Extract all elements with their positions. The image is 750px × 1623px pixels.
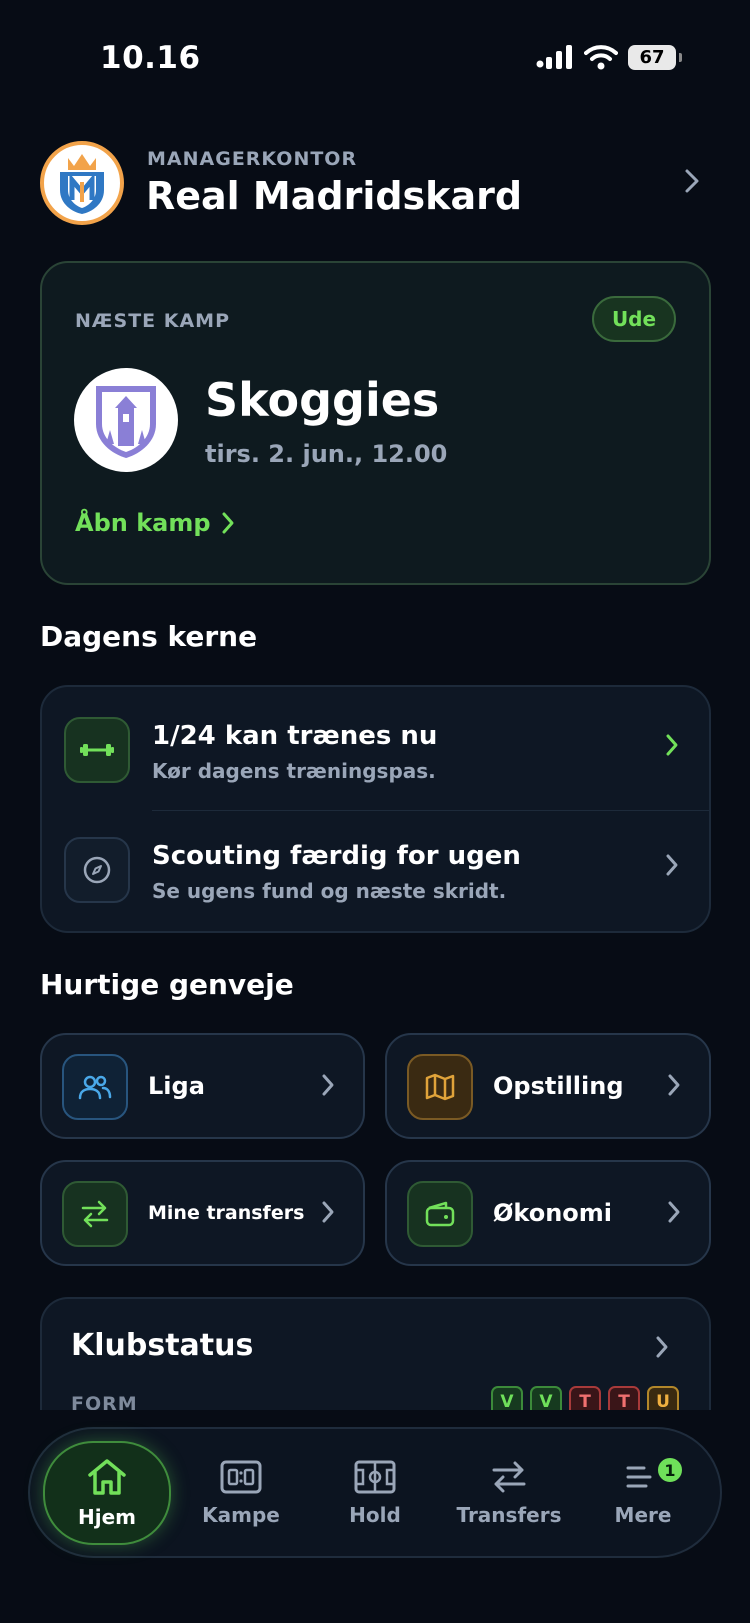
chevron-right-icon[interactable] [684,168,700,198]
club-crest-icon [60,154,104,214]
shortcut-liga[interactable]: Liga [40,1033,365,1139]
todays-core-title: Dagens kerne [40,620,258,653]
open-match-label: Åbn kamp [75,509,211,537]
shortcuts-title: Hurtige genveje [40,968,294,1001]
tab-transfers[interactable]: Transfers [445,1441,573,1545]
notification-badge: 1 [655,1455,685,1485]
chevron-right-icon[interactable] [655,1335,669,1363]
todays-core-card: 1/24 kan trænes nu Kør dagens træningspa… [40,685,711,933]
tab-label: Hold [349,1503,401,1527]
chevron-right-icon [667,1200,681,1228]
opponent-name: Skoggies [205,373,440,427]
core-item-title: Scouting færdig for ugen [152,841,521,871]
shortcut-okonomi[interactable]: Økonomi [385,1160,711,1266]
wallet-icon [407,1181,473,1247]
header-kicker: MANAGERKONTOR [147,148,358,170]
tab-mere[interactable]: 1 Mere [579,1441,707,1545]
scoreboard-icon [220,1460,262,1494]
match-datetime: tirs. 2. jun., 12.00 [205,440,448,468]
shortcut-label: Liga [148,1072,205,1100]
tab-label: Mere [614,1503,672,1527]
core-item-training[interactable]: 1/24 kan trænes nu Kør dagens træningspa… [42,687,709,807]
dumbbell-icon [64,717,130,783]
tab-hjem[interactable]: Hjem [43,1441,171,1545]
club-name[interactable]: Real Madridskard [146,174,522,218]
transfer-icon [62,1181,128,1247]
chevron-right-icon [665,733,679,761]
battery-indicator: 67 [628,44,682,70]
home-icon [88,1459,126,1495]
core-item-title: 1/24 kan trænes nu [152,721,438,751]
shortcut-opstilling[interactable]: Opstilling [385,1033,711,1139]
tab-label: Transfers [456,1503,562,1527]
opponent-logo [74,368,178,472]
club-logo[interactable] [40,141,124,225]
status-time: 10.16 [100,40,201,76]
tab-label: Kampe [202,1503,280,1527]
shortcut-mine-transfers[interactable]: Mine transfers [40,1160,365,1266]
transfer-icon [492,1461,526,1493]
core-item-scouting[interactable]: Scouting færdig for ugen Se ugens fund o… [42,807,709,927]
compass-icon [64,837,130,903]
shortcut-label: Økonomi [493,1199,613,1227]
opponent-crest-icon [96,386,156,458]
map-icon [407,1054,473,1120]
users-icon [62,1054,128,1120]
chevron-right-icon [222,512,234,534]
next-match-kicker: NÆSTE KAMP [75,310,231,332]
chevron-right-icon [667,1073,681,1101]
tab-hold[interactable]: Hold [311,1441,439,1545]
venue-badge: Ude [592,296,676,342]
shortcut-label: Mine transfers [148,1202,305,1224]
club-status-title: Klubstatus [71,1328,254,1363]
core-item-subtitle: Kør dagens træningspas. [152,759,436,783]
wifi-icon [584,45,618,70]
shortcut-label: Opstilling [493,1072,624,1100]
core-item-subtitle: Se ugens fund og næste skridt. [152,879,507,903]
status-icons: 67 [536,44,682,70]
chevron-right-icon [321,1073,335,1101]
chevron-right-icon [665,853,679,881]
cellular-signal-icon [536,45,572,69]
tab-label: Hjem [78,1505,136,1529]
open-match-link[interactable]: Åbn kamp [75,509,235,537]
tab-kampe[interactable]: Kampe [177,1441,305,1545]
pitch-icon [354,1460,396,1494]
chevron-right-icon [321,1200,335,1228]
